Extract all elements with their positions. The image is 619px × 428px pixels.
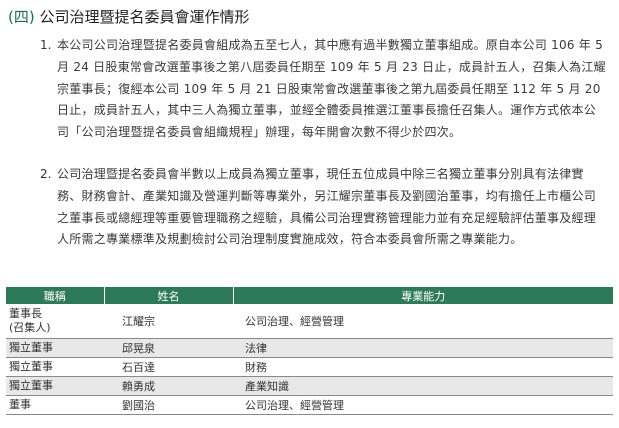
member-name: 邱晃泉 bbox=[104, 338, 233, 358]
header-skill: 專業能力 bbox=[233, 287, 613, 304]
member-skill: 公司治理、經營管理 bbox=[233, 395, 613, 415]
member-skill: 產業知識 bbox=[233, 376, 613, 396]
member-title-main: 董事長 bbox=[9, 307, 42, 320]
table-row: 獨立董事 賴勇成 產業知識 bbox=[6, 376, 613, 396]
member-title: 獨立董事 bbox=[6, 338, 104, 358]
section-title: (四) 公司治理暨提名委員會運作情形 bbox=[8, 6, 250, 27]
member-name: 石百達 bbox=[104, 357, 233, 377]
section-title-text: 公司治理暨提名委員會運作情形 bbox=[39, 8, 250, 26]
paragraph-text: 本公司公司治理暨提名委員會組成為五至七人，其中應有過半數獨立董事組成。原自本公司… bbox=[57, 38, 606, 140]
table-row: 獨立董事 邱晃泉 法律 bbox=[6, 338, 613, 358]
member-skill: 法律 bbox=[233, 338, 613, 358]
paragraph-2: 2. 公司治理暨提名委員會半數以上成員為獨立董事，現任五位成員中除三名獨立董事分… bbox=[40, 164, 606, 251]
member-title: 獨立董事 bbox=[6, 376, 104, 396]
member-title: 董事 bbox=[6, 395, 104, 415]
paragraph-number: 1. bbox=[40, 38, 52, 52]
member-name: 賴勇成 bbox=[104, 376, 233, 396]
member-skill: 公司治理、經營管理 bbox=[233, 304, 613, 339]
member-title: 獨立董事 bbox=[6, 357, 104, 377]
paragraph-number: 2. bbox=[40, 167, 52, 181]
header-title: 職稱 bbox=[6, 287, 105, 304]
paragraph-1: 1. 本公司公司治理暨提名委員會組成為五至七人，其中應有過半數獨立董事組成。原自… bbox=[40, 35, 606, 144]
table-row: 董事 劉國治 公司治理、經營管理 bbox=[6, 395, 613, 415]
table-row: 董事長 (召集人) 江耀宗 公司治理、經營管理 bbox=[6, 304, 613, 339]
member-title-note: (召集人) bbox=[9, 321, 51, 334]
member-title: 董事長 (召集人) bbox=[6, 304, 104, 339]
paragraph-text: 公司治理暨提名委員會半數以上成員為獨立董事，現任五位成員中除三名獨立董事分別具有… bbox=[57, 167, 597, 247]
table-header-row: 職稱 姓名 專業能力 bbox=[6, 287, 613, 304]
member-name: 江耀宗 bbox=[104, 304, 233, 339]
committee-members-table: 職稱 姓名 專業能力 董事長 (召集人) 江耀宗 公司治理、經營管理 獨立董事 … bbox=[6, 287, 613, 415]
section-number: (四) bbox=[8, 8, 35, 26]
member-name: 劉國治 bbox=[104, 395, 233, 415]
header-name: 姓名 bbox=[104, 287, 234, 304]
table-row: 獨立董事 石百達 財務 bbox=[6, 357, 613, 377]
member-skill: 財務 bbox=[233, 357, 613, 377]
